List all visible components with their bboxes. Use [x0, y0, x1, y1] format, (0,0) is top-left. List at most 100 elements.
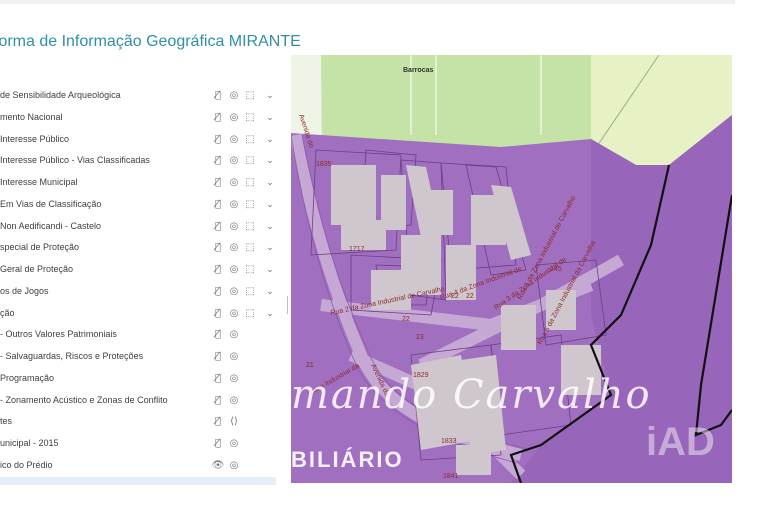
layer-actions: 👁̸ ◎ — [211, 328, 281, 344]
visibility-toggle-icon[interactable]: 👁̸ — [211, 111, 225, 125]
layer-row[interactable]: unicipal - 2015 👁̸ ◎ — [0, 434, 283, 456]
target-icon[interactable]: ◎ — [227, 89, 241, 103]
layer-row[interactable]: Interesse Público 👁̸ ◎ ⬚ ⌄ — [0, 130, 283, 152]
chevron-down-icon[interactable] — [263, 415, 277, 429]
visibility-toggle-icon[interactable]: 👁̸ — [211, 154, 225, 168]
layer-actions: 👁̸ ◎ — [211, 437, 281, 453]
visibility-toggle-icon[interactable]: 👁̸ — [211, 307, 225, 321]
visibility-toggle-icon[interactable]: 👁 — [211, 459, 225, 473]
target-icon[interactable]: ◎ — [227, 111, 241, 125]
target-icon[interactable]: ◎ — [227, 350, 241, 364]
layer-row[interactable]: os de Jogos 👁̸ ◎ ⬚ ⌄ — [0, 282, 283, 304]
layer-row[interactable]: Geral de Proteção 👁̸ ◎ ⬚ ⌄ — [0, 260, 283, 282]
chevron-down-icon[interactable] — [263, 350, 277, 364]
select-icon[interactable]: ⬚ — [243, 220, 257, 234]
visibility-toggle-icon[interactable]: 👁̸ — [211, 328, 225, 342]
target-icon[interactable]: ◎ — [227, 220, 241, 234]
select-icon[interactable]: ⬚ — [243, 263, 257, 277]
layer-row[interactable]: special de Proteção 👁̸ ◎ ⬚ ⌄ — [0, 238, 283, 260]
visibility-toggle-icon[interactable]: 👁̸ — [211, 198, 225, 212]
visibility-toggle-icon[interactable]: 👁̸ — [211, 176, 225, 190]
layer-row[interactable]: Interesse Municipal 👁̸ ◎ ⬚ ⌄ — [0, 173, 283, 195]
target-icon[interactable]: ◎ — [227, 198, 241, 212]
select-icon[interactable] — [243, 437, 257, 451]
map-canvas[interactable]: Barrocas Avenida do Rua 1 da Zona Indust… — [291, 55, 732, 483]
chevron-down-icon[interactable]: ⌄ — [263, 111, 277, 125]
layer-row[interactable]: tes 👁̸ ⟨⟩ — [0, 412, 283, 434]
select-icon[interactable] — [243, 350, 257, 364]
select-icon[interactable]: ⬚ — [243, 176, 257, 190]
chevron-down-icon[interactable] — [263, 459, 277, 473]
chevron-down-icon[interactable]: ⌄ — [263, 133, 277, 147]
target-icon[interactable]: ⟨⟩ — [227, 415, 241, 429]
select-icon[interactable]: ⬚ — [243, 241, 257, 255]
target-icon[interactable]: ◎ — [227, 241, 241, 255]
chevron-down-icon[interactable] — [263, 437, 277, 451]
select-icon[interactable]: ⬚ — [243, 111, 257, 125]
target-icon[interactable]: ◎ — [227, 263, 241, 277]
select-icon[interactable]: ⬚ — [243, 133, 257, 147]
app-title: forma de Informação Geográfica MIRANTE — [0, 33, 301, 50]
visibility-toggle-icon[interactable]: 👁̸ — [211, 241, 225, 255]
panel-resize-handle[interactable] — [286, 296, 289, 314]
select-icon[interactable] — [243, 394, 257, 408]
visibility-toggle-icon[interactable]: 👁̸ — [211, 285, 225, 299]
select-icon[interactable]: ⬚ — [243, 307, 257, 321]
layer-row[interactable]: de Sensibilidade Arqueológica 👁̸ ◎ ⬚ ⌄ — [0, 86, 283, 108]
target-icon[interactable]: ◎ — [227, 437, 241, 451]
visibility-toggle-icon[interactable]: 👁̸ — [211, 89, 225, 103]
target-icon[interactable]: ◎ — [227, 176, 241, 190]
parcel-number: 1717 — [349, 246, 365, 253]
visibility-toggle-icon[interactable]: 👁̸ — [211, 220, 225, 234]
layer-row[interactable]: Interesse Público - Vias Classificadas 👁̸… — [0, 151, 283, 173]
layer-row[interactable]: ção 👁̸ ◎ ⬚ ⌄ — [0, 304, 283, 326]
layer-row[interactable]: - Salvaguardas, Riscos e Proteções 👁̸ ◎ — [0, 347, 283, 369]
layer-row[interactable]: mento Nacional 👁̸ ◎ ⬚ ⌄ — [0, 108, 283, 130]
chevron-down-icon[interactable]: ⌄ — [263, 89, 277, 103]
chevron-down-icon[interactable] — [263, 328, 277, 342]
chevron-down-icon[interactable]: ⌄ — [263, 241, 277, 255]
visibility-toggle-icon[interactable]: 👁̸ — [211, 263, 225, 277]
layer-row[interactable]: - Outros Valores Patrimoniais 👁̸ ◎ — [0, 325, 283, 347]
target-icon[interactable]: ◎ — [227, 154, 241, 168]
chevron-down-icon[interactable]: ⌄ — [263, 263, 277, 277]
chevron-down-icon[interactable]: ⌄ — [263, 176, 277, 190]
select-icon[interactable] — [243, 415, 257, 429]
layer-row[interactable]: Programação 👁̸ ◎ — [0, 369, 283, 391]
target-icon[interactable]: ◎ — [227, 372, 241, 386]
layer-label: Em Vias de Classificação — [0, 198, 102, 209]
target-icon[interactable]: ◎ — [227, 285, 241, 299]
select-icon[interactable]: ⬚ — [243, 154, 257, 168]
layer-row[interactable]: Non Aedificandi - Castelo 👁̸ ◎ ⬚ ⌄ — [0, 217, 283, 239]
visibility-toggle-icon[interactable]: 👁̸ — [211, 133, 225, 147]
visibility-toggle-icon[interactable]: 👁̸ — [211, 394, 225, 408]
layer-label: Interesse Municipal — [0, 177, 78, 187]
select-icon[interactable] — [243, 372, 257, 386]
visibility-toggle-icon[interactable]: 👁̸ — [211, 437, 225, 451]
target-icon[interactable]: ◎ — [227, 459, 241, 473]
select-icon[interactable] — [243, 328, 257, 342]
target-icon[interactable]: ◎ — [227, 133, 241, 147]
layer-row[interactable]: Em Vias de Classificação 👁̸ ◎ ⬚ ⌄ — [0, 195, 283, 217]
visibility-toggle-icon[interactable]: 👁̸ — [211, 415, 225, 429]
visibility-toggle-icon[interactable]: 👁̸ — [211, 350, 225, 364]
chevron-down-icon[interactable]: ⌄ — [263, 198, 277, 212]
visibility-toggle-icon[interactable]: 👁̸ — [211, 372, 225, 386]
layer-row[interactable]: ico do Prédio 👁 ◎ — [0, 456, 283, 478]
chevron-down-icon[interactable]: ⌄ — [263, 220, 277, 234]
target-icon[interactable]: ◎ — [227, 328, 241, 342]
map-view[interactable]: Barrocas Avenida do Rua 1 da Zona Indust… — [291, 55, 732, 483]
select-icon[interactable] — [243, 459, 257, 473]
chevron-down-icon[interactable]: ⌄ — [263, 285, 277, 299]
select-icon[interactable]: ⬚ — [243, 89, 257, 103]
select-icon[interactable]: ⬚ — [243, 198, 257, 212]
chevron-down-icon[interactable]: ⌄ — [263, 307, 277, 321]
chevron-down-icon[interactable] — [263, 372, 277, 386]
target-icon[interactable]: ◎ — [227, 394, 241, 408]
chevron-down-icon[interactable] — [263, 394, 277, 408]
chevron-down-icon[interactable]: ⌄ — [263, 154, 277, 168]
selected-row-highlight — [0, 477, 276, 485]
target-icon[interactable]: ◎ — [227, 307, 241, 321]
layer-row[interactable]: - Zonamento Acústico e Zonas de Conflito… — [0, 391, 283, 413]
select-icon[interactable]: ⬚ — [243, 285, 257, 299]
